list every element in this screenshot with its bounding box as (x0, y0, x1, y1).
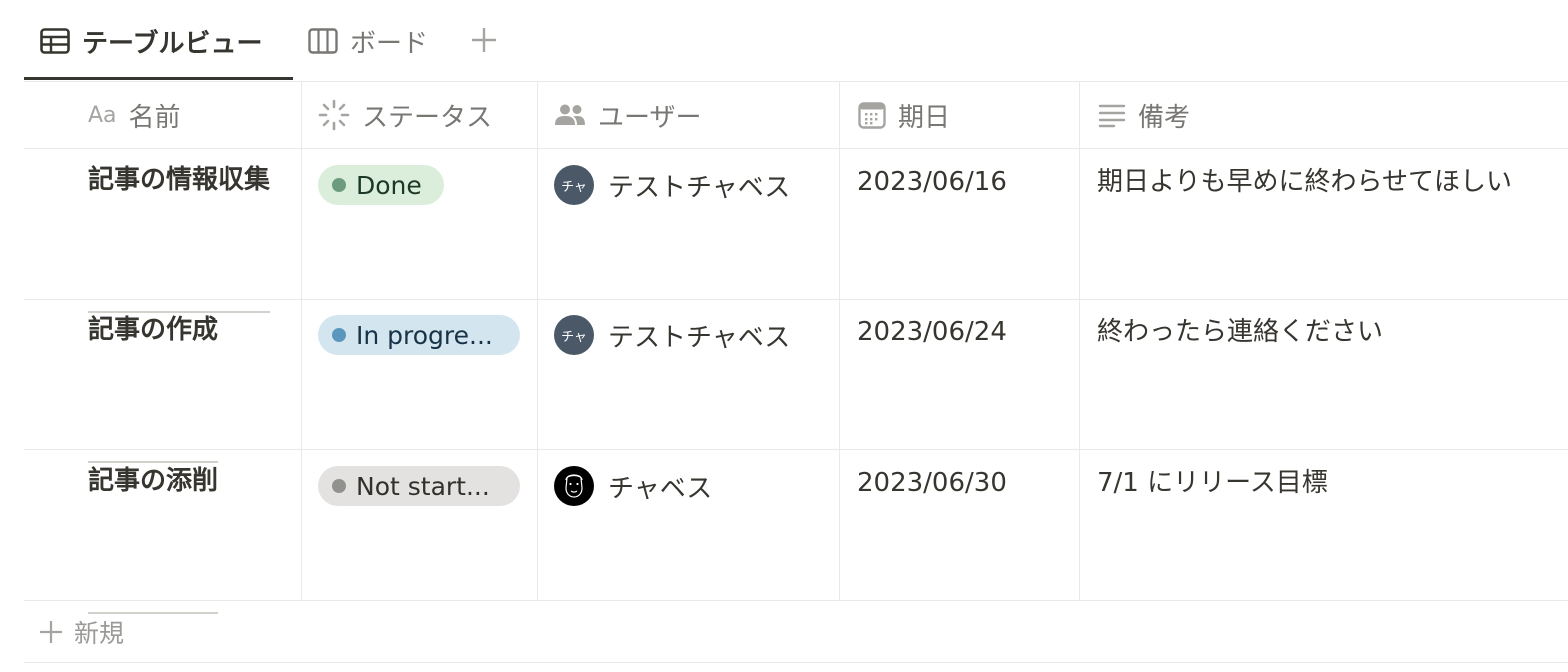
column-header-label: ステータス (362, 102, 493, 133)
user-cell[interactable]: チャ テストチャベス (554, 165, 790, 205)
status-dot (332, 328, 346, 342)
avatar (554, 466, 594, 506)
text-lines-icon (1098, 104, 1126, 128)
calendar-icon (858, 102, 886, 129)
active-tab-indicator (24, 77, 293, 80)
column-header-name[interactable]: Aa 名前 (88, 82, 181, 148)
row-name[interactable]: 記事の情報収集 (88, 163, 271, 313)
status-badge[interactable]: In progre... (318, 315, 520, 355)
new-row-button[interactable]: 新規 (38, 612, 124, 652)
avatar: チャ (554, 165, 594, 205)
table-row[interactable]: 記事の情報収集 Done チャ テストチャベス 2023/06/16 期日よりも… (24, 149, 1568, 313)
column-header-date[interactable]: 期日 (858, 82, 950, 148)
date-cell[interactable]: 2023/06/30 (857, 466, 1007, 500)
tab-label: ボード (350, 28, 429, 59)
user-name: テストチャベス (608, 322, 791, 353)
database-view: テーブルビュー ボード Aa 名前 ステータス ユーザー 期日 備考 記事の情報… (0, 0, 1568, 672)
tab-board-view[interactable]: ボード (308, 18, 428, 64)
row-name[interactable]: 記事の作成 (88, 313, 219, 463)
user-name: テストチャベス (608, 172, 791, 203)
column-header-label: ユーザー (598, 102, 702, 133)
user-cell[interactable]: チャ テストチャベス (554, 315, 790, 355)
new-row-label: 新規 (74, 619, 125, 648)
status-label: In progre... (356, 320, 493, 350)
table-bottom-divider (24, 662, 1568, 663)
column-header-note[interactable]: 備考 (1098, 82, 1190, 148)
table-row[interactable]: 記事の作成 In progre... チャ テストチャベス 2023/06/24… (24, 299, 1568, 463)
view-tabs: テーブルビュー ボード (24, 0, 1568, 82)
status-label: Done (356, 170, 422, 200)
user-name: チャベス (608, 473, 713, 504)
table-icon (40, 28, 70, 54)
column-header-status[interactable]: ステータス (318, 82, 492, 148)
column-header-user[interactable]: ユーザー (554, 82, 701, 148)
note-cell[interactable]: 期日よりも早めに終わらせてほしい (1097, 165, 1512, 199)
status-dot (332, 479, 346, 493)
column-header-label: 名前 (128, 102, 181, 133)
text-type-icon: Aa (88, 102, 117, 128)
face-sketch-icon (565, 474, 583, 498)
column-header-label: 期日 (898, 102, 951, 133)
column-header-label: 備考 (1138, 102, 1191, 133)
table-row[interactable]: 記事の添削 Not start... チャベス 2023/06/30 7/1 に… (24, 450, 1568, 614)
people-icon (555, 104, 585, 125)
avatar: チャ (554, 315, 594, 355)
date-cell[interactable]: 2023/06/16 (857, 165, 1007, 199)
row-divider (24, 600, 1568, 601)
status-icon (318, 99, 350, 131)
tab-table-view[interactable]: テーブルビュー (40, 18, 262, 64)
tab-label: テーブルビュー (82, 28, 263, 59)
row-name[interactable]: 記事の添削 (88, 464, 219, 614)
status-dot (332, 178, 346, 192)
add-view-button[interactable] (464, 20, 504, 60)
table-header: Aa 名前 ステータス ユーザー 期日 備考 (24, 82, 1568, 148)
user-cell[interactable]: チャベス (554, 466, 712, 506)
note-cell[interactable]: 7/1 にリリース目標 (1097, 466, 1328, 500)
status-badge[interactable]: Done (318, 165, 444, 205)
date-cell[interactable]: 2023/06/24 (857, 315, 1007, 349)
status-badge[interactable]: Not start... (318, 466, 520, 506)
status-label: Not start... (356, 471, 490, 501)
board-icon (308, 28, 338, 54)
plus-icon (40, 621, 62, 643)
note-cell[interactable]: 終わったら連絡ください (1097, 315, 1383, 349)
plus-icon (472, 28, 496, 52)
